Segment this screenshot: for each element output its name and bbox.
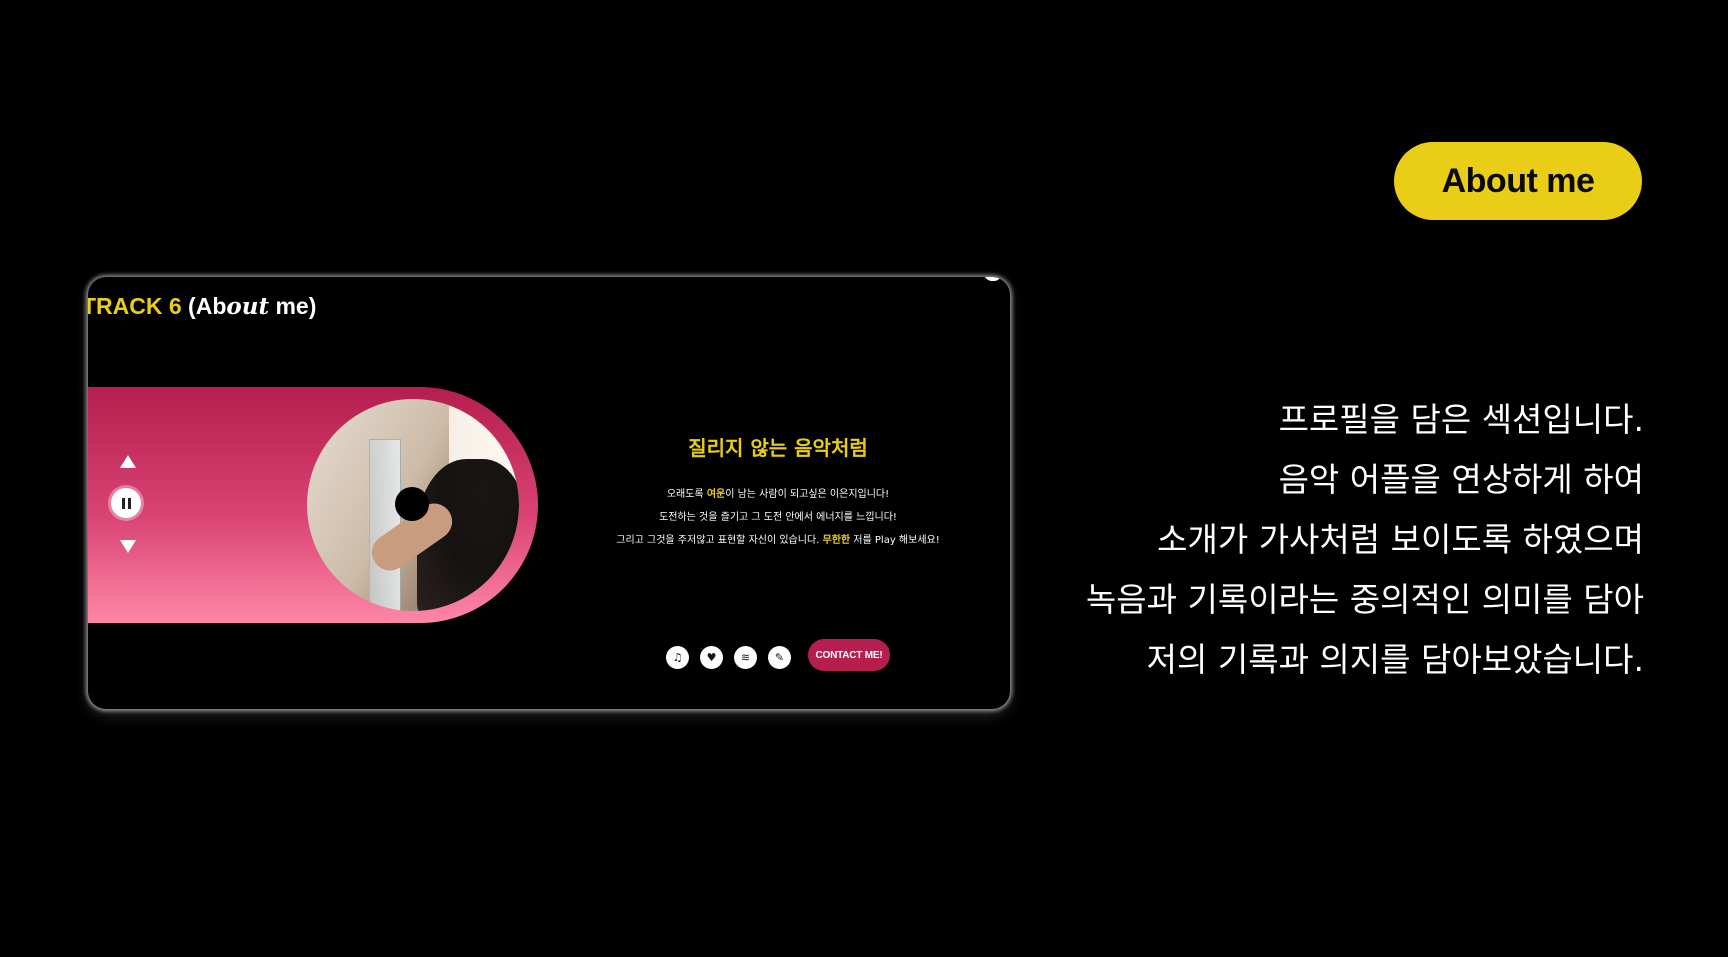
- description-line: 녹음과 기록이라는 중의적인 의미를 담아: [1085, 580, 1644, 619]
- contact-me-button[interactable]: CONTACT ME!: [808, 639, 890, 671]
- description-line: 저의 기록과 의지를 담아보았습니다.: [1146, 640, 1644, 679]
- pause-icon: [121, 497, 125, 509]
- track-title: TRACK 6 (About me): [88, 293, 316, 320]
- profile-photo-disc: [307, 399, 519, 611]
- lyrics-line: 그리고 그것을 주저않고 표현할 자신이 있습니다. 무한한 저를 Play 해…: [616, 535, 940, 546]
- lyrics-text: 오래도록 여운이 남는 사람이 되고싶은 이은지입니다! 도전하는 것을 즐기고…: [548, 483, 1008, 552]
- next-track-icon[interactable]: [120, 540, 136, 553]
- headline: 질리지 않는 음악처럼: [688, 436, 868, 460]
- corner-decoration: [984, 277, 1002, 281]
- heart-icon[interactable]: ♥: [700, 646, 723, 669]
- description-line: 음악 어플을 연상하게 하여: [1278, 460, 1644, 499]
- player-band: [88, 387, 538, 623]
- edit-icon[interactable]: ✎: [768, 646, 791, 669]
- description-line: 소개가 가사처럼 보이도록 하였으며: [1157, 520, 1644, 559]
- about-me-badge: About me: [1394, 142, 1642, 220]
- spotify-icon[interactable]: ≋: [734, 646, 757, 669]
- previous-track-icon[interactable]: [120, 455, 136, 468]
- track-number: TRACK 6: [88, 293, 182, 319]
- lyrics-line: 오래도록 여운이 남는 사람이 되고싶은 이은지입니다!: [666, 489, 890, 500]
- lyrics-line: 도전하는 것을 즐기고 그 도전 안에서 에너지를 느낍니다!: [659, 512, 897, 523]
- page: About me 프로필을 담은 섹션입니다. 음악 어플을 연상하게 하여 소…: [0, 0, 1728, 957]
- disc-center-hole: [395, 487, 429, 521]
- social-icons: ♫ ♥ ≋ ✎: [666, 646, 791, 669]
- about-me-screenshot-card: TRACK 6 (About me) 질리지 않는 음악처럼 오래도록 여운이 …: [88, 277, 1010, 709]
- section-description: 프로필을 담은 섹션입니다. 음악 어플을 연상하게 하여 소개가 가사처럼 보…: [1004, 390, 1644, 690]
- description-line: 프로필을 담은 섹션입니다.: [1278, 400, 1644, 439]
- pause-button[interactable]: [111, 488, 141, 518]
- headphones-icon[interactable]: ♫: [666, 646, 689, 669]
